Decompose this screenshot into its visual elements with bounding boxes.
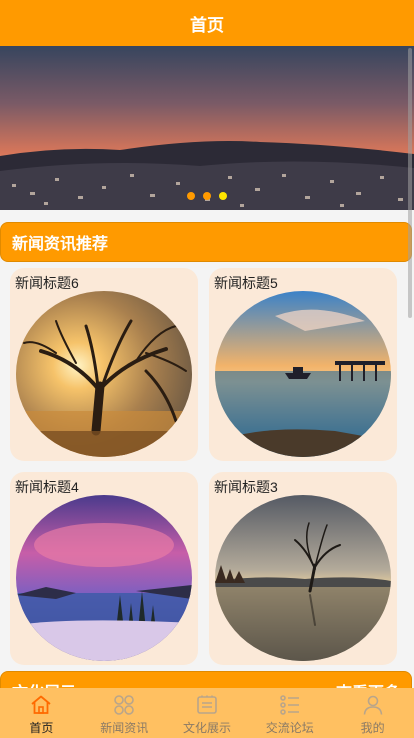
- news-card-title: 新闻标题6: [15, 275, 79, 291]
- news-card-title: 新闻标题3: [214, 479, 278, 495]
- bottom-tab-bar: 首页 新闻资讯 文化展示 交流论坛 我的: [0, 688, 414, 738]
- banner-carousel[interactable]: [0, 46, 414, 210]
- tab-label: 新闻资讯: [100, 721, 149, 735]
- news-card-image: [16, 495, 192, 661]
- news-grid-icon: [114, 695, 134, 715]
- tab-culture[interactable]: 文化展示: [166, 688, 249, 738]
- tab-home[interactable]: 首页: [0, 688, 83, 738]
- banner-image: [0, 46, 414, 210]
- tab-forum[interactable]: 交流论坛: [248, 688, 331, 738]
- tab-label: 文化展示: [182, 721, 231, 735]
- carousel-dot[interactable]: [187, 192, 195, 200]
- tab-label: 交流论坛: [265, 721, 314, 735]
- page-title: 首页: [190, 15, 224, 35]
- page-scrollbar[interactable]: [408, 48, 412, 318]
- news-card-image: [16, 291, 192, 457]
- carousel-dot-active[interactable]: [219, 192, 227, 200]
- news-card[interactable]: 新闻标题3: [209, 472, 397, 665]
- tab-mine[interactable]: 我的: [331, 688, 414, 738]
- carousel-dot[interactable]: [203, 192, 211, 200]
- tab-label: 我的: [360, 721, 385, 735]
- home-icon: [31, 695, 51, 714]
- news-section-header: 新闻资讯推荐: [0, 222, 412, 262]
- news-section-title: 新闻资讯推荐: [12, 236, 109, 253]
- news-card-image: [215, 291, 391, 457]
- news-card[interactable]: 新闻标题4: [10, 472, 198, 665]
- culture-icon: [197, 695, 217, 714]
- forum-list-icon: [279, 695, 299, 715]
- user-icon: [363, 695, 382, 715]
- news-card-image: [215, 495, 391, 661]
- tab-label: 首页: [29, 721, 54, 735]
- carousel-dots: [0, 192, 414, 200]
- news-card[interactable]: 新闻标题5: [209, 268, 397, 461]
- news-card[interactable]: 新闻标题6: [10, 268, 198, 461]
- news-card-title: 新闻标题4: [15, 479, 79, 495]
- page-title-bar: 首页: [0, 0, 414, 46]
- news-card-title: 新闻标题5: [214, 275, 278, 291]
- tab-news[interactable]: 新闻资讯: [83, 688, 166, 738]
